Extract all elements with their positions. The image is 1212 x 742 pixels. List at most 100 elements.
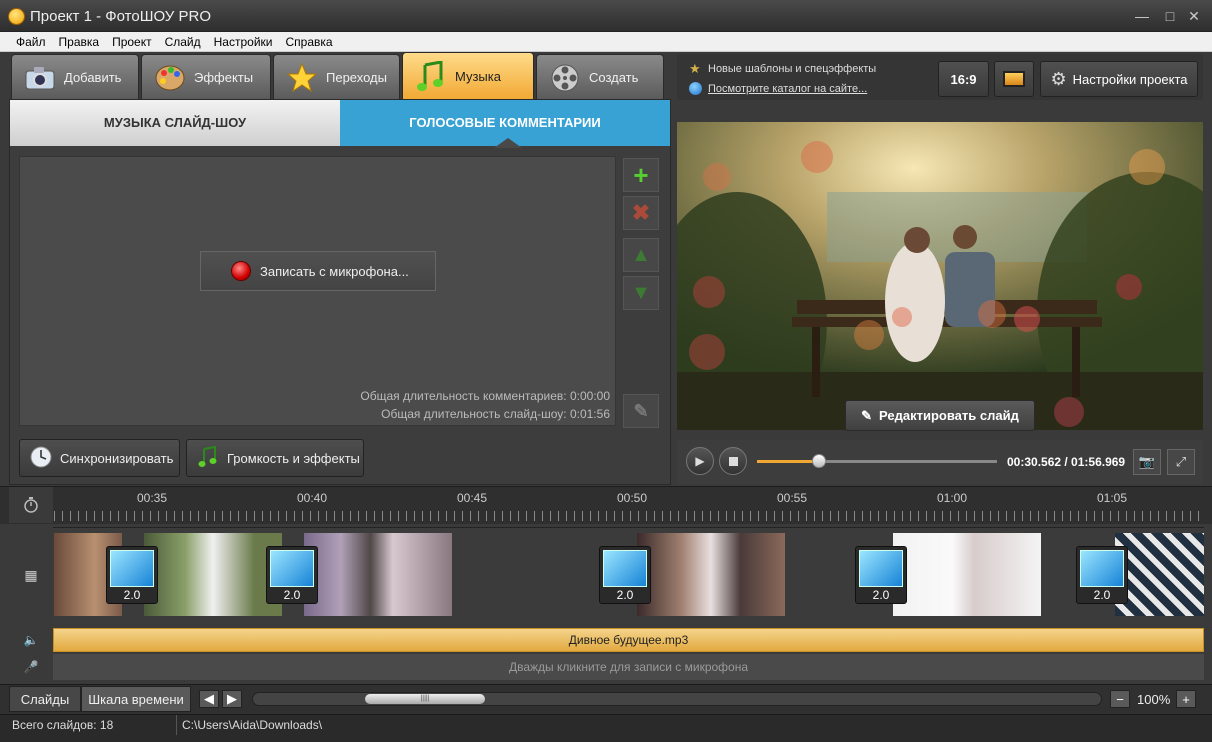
transition-tile[interactable]: 2.0	[599, 546, 651, 604]
slide-thumbnail[interactable]	[144, 533, 282, 616]
arrow-down-icon: ▼	[631, 281, 651, 304]
catalog-link[interactable]: Посмотрите каталог на сайте...	[708, 83, 867, 95]
slide-thumbnail[interactable]	[1115, 533, 1204, 616]
subtab-slideshow-music[interactable]: МУЗЫКА СЛАЙД-ШОУ	[10, 100, 340, 146]
transition-tile[interactable]: 2.0	[1076, 546, 1128, 604]
play-button[interactable]: ▶	[686, 447, 714, 475]
transition-tile[interactable]: 2.0	[855, 546, 907, 604]
menu-bar: Файл Правка Проект Слайд Настройки Справка	[0, 32, 1212, 52]
record-icon	[231, 261, 251, 281]
clock-icon	[30, 446, 52, 471]
camera-icon	[24, 62, 56, 94]
move-up-button[interactable]: ▲	[623, 238, 659, 272]
tab-timeline[interactable]: Шкала времени	[81, 686, 191, 712]
ruler-label: 00:45	[457, 491, 488, 505]
zoom-out-button[interactable]: −	[1110, 690, 1130, 708]
record-from-microphone-button[interactable]: Записать с микрофона...	[200, 251, 436, 291]
music-note-icon	[415, 60, 447, 93]
menu-slide[interactable]: Слайд	[165, 32, 201, 49]
star-small-icon: ★	[689, 61, 701, 76]
new-templates-text: Новые шаблоны и спецэффекты	[708, 63, 877, 75]
record-button-label: Записать с микрофона...	[260, 263, 409, 279]
menu-settings[interactable]: Настройки	[214, 32, 273, 49]
tab-slides[interactable]: Слайды	[9, 686, 81, 712]
ruler-label: 01:05	[1097, 491, 1128, 505]
ruler-label: 00:40	[297, 491, 328, 505]
zoom-in-button[interactable]: +	[1176, 690, 1196, 708]
voice-track[interactable]: Дважды кликните для записи с микрофона	[53, 654, 1204, 680]
tab-add[interactable]: Добавить	[11, 54, 139, 100]
tab-create[interactable]: Создать	[536, 54, 664, 100]
image-icon	[1003, 71, 1025, 87]
tab-label: Эффекты	[194, 70, 254, 85]
add-record-button[interactable]: +	[623, 158, 659, 192]
transition-tile[interactable]: 2.0	[106, 546, 158, 604]
delete-record-button[interactable]: ✖	[623, 196, 659, 230]
seek-progress	[757, 460, 819, 463]
fullscreen-button[interactable]: ⤢	[1167, 449, 1195, 475]
slide-thumbnail[interactable]	[637, 533, 785, 616]
tab-label: Музыка	[455, 69, 501, 84]
arrow-up-icon: ▲	[631, 243, 651, 266]
wedding-photo	[677, 122, 1203, 430]
background-button[interactable]	[994, 61, 1034, 97]
slide-thumbnail[interactable]	[304, 533, 452, 616]
tab-music[interactable]: Музыка	[402, 52, 534, 100]
pencil-icon: ✎	[861, 407, 873, 423]
slide-thumbnail[interactable]	[893, 533, 1041, 616]
ruler-ticks	[54, 511, 1204, 521]
scroll-right-button[interactable]: ▶	[222, 690, 242, 708]
subtab-pointer	[494, 138, 522, 148]
palette-icon	[154, 62, 186, 94]
scrollbar-thumb[interactable]: |||||	[365, 694, 485, 704]
camera-small-icon: 📷	[1138, 454, 1156, 469]
music-note-small-icon	[197, 445, 219, 471]
minus-icon: −	[1116, 691, 1124, 707]
delete-icon: ✖	[631, 200, 651, 225]
volume-effects-label: Громкость и эффекты	[227, 450, 360, 466]
transition-preview-icon	[110, 550, 154, 587]
playback-time: 00:30.562 / 01:56.969	[1007, 455, 1126, 469]
slide-preview[interactable]	[677, 122, 1203, 430]
edit-slide-label: Редактировать слайд	[879, 408, 1019, 423]
transition-duration: 2.0	[872, 588, 890, 602]
window-title: Проект 1 - ФотоШОУ PRO	[30, 8, 211, 25]
synchronize-label: Синхронизировать	[60, 450, 174, 466]
clear-button[interactable]: ✎	[623, 394, 659, 428]
volume-effects-button[interactable]: Громкость и эффекты	[186, 439, 364, 477]
stop-icon	[728, 456, 738, 466]
gear-icon: ⚙	[1050, 68, 1067, 89]
menu-edit[interactable]: Правка	[59, 32, 100, 49]
minimize-button[interactable]: —	[1132, 6, 1152, 26]
tab-label: Добавить	[64, 70, 122, 85]
tab-effects[interactable]: Эффекты	[141, 54, 271, 100]
stop-button[interactable]	[719, 447, 747, 475]
snapshot-button[interactable]: 📷	[1133, 449, 1161, 475]
slideshow-duration: Общая длительность слайд-шоу: 0:01:56	[381, 407, 610, 421]
voice-records-list[interactable]	[19, 156, 616, 426]
edit-slide-button[interactable]: ✎ Редактировать слайд	[845, 400, 1035, 431]
tab-label: Переходы	[326, 70, 387, 85]
close-button[interactable]: ✕	[1184, 6, 1204, 26]
ruler-label: 01:00	[937, 491, 968, 505]
play-icon: ▶	[695, 454, 705, 468]
app-window: Проект 1 - ФотоШОУ PRO — □ ✕ Файл Правка П…	[0, 0, 1212, 742]
project-settings-button[interactable]: ⚙ Настройки проекта	[1040, 61, 1198, 97]
menu-project[interactable]: Проект	[112, 32, 152, 49]
seek-handle[interactable]	[812, 454, 826, 468]
aspect-ratio-button[interactable]: 16:9	[938, 61, 989, 97]
menu-file[interactable]: Файл	[16, 32, 46, 49]
globe-icon	[689, 82, 702, 95]
maximize-button[interactable]: □	[1160, 6, 1180, 26]
transition-duration: 2.0	[1093, 588, 1111, 602]
synchronize-button[interactable]: Синхронизировать	[19, 439, 180, 477]
ruler-label: 00:50	[617, 491, 648, 505]
total-slides: Всего слайдов: 18	[12, 718, 114, 732]
move-down-button[interactable]: ▼	[623, 276, 659, 310]
music-track-clip[interactable]: Дивное будущее.mp3	[53, 628, 1204, 652]
tab-transitions[interactable]: Переходы	[273, 54, 400, 100]
timer-icon-cell	[9, 487, 53, 523]
menu-help[interactable]: Справка	[285, 32, 332, 49]
scroll-left-button[interactable]: ◀	[199, 690, 219, 708]
transition-tile[interactable]: 2.0	[266, 546, 318, 604]
